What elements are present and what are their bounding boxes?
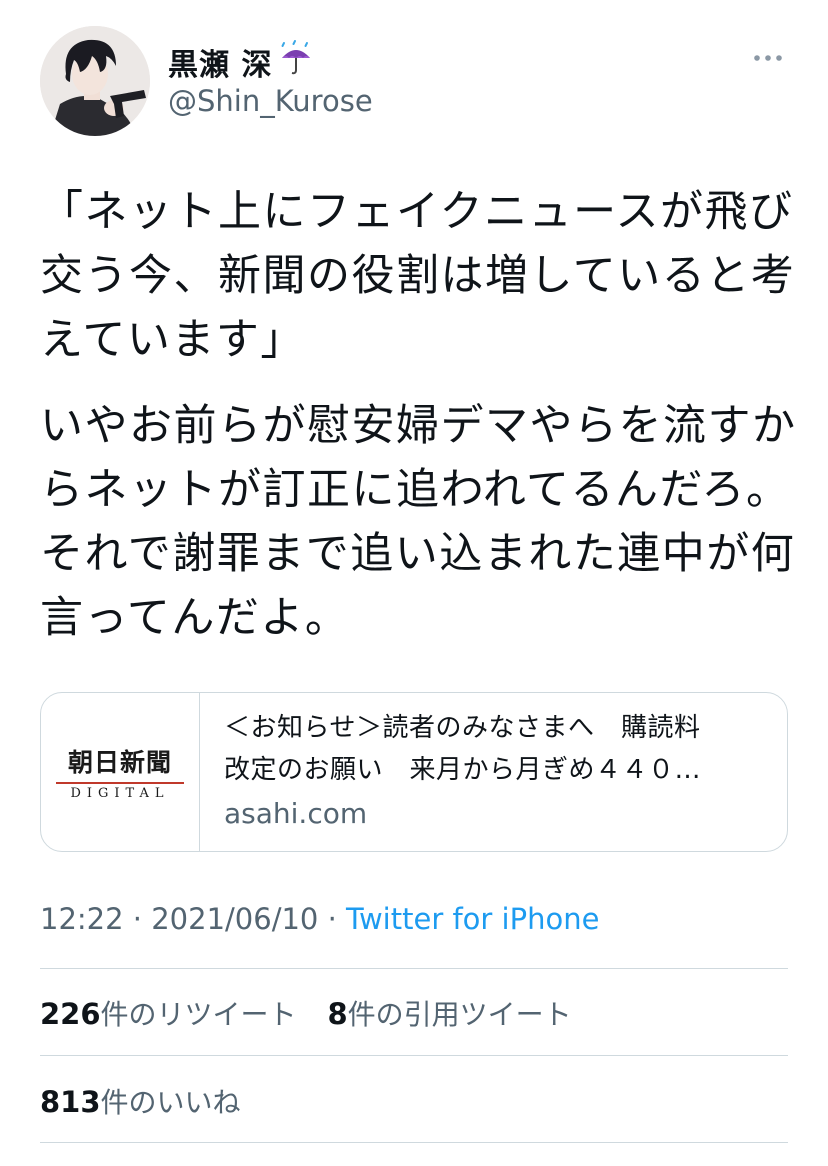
quotes-stat[interactable]: 8件の引用ツイート — [327, 997, 572, 1031]
likes-count: 813 — [40, 1085, 101, 1119]
divider — [40, 968, 788, 969]
tweet-text-body: いやお前らが慰安婦デマやらを流すか らネットが訂正に追われてるんだろ。 それで謝… — [40, 401, 797, 643]
more-options-icon[interactable] — [752, 48, 784, 68]
logo-title: 朝日新聞 — [67, 748, 172, 777]
meta-separator: · — [318, 902, 347, 936]
retweets-label: 件のリツイート — [100, 998, 297, 1031]
tweet-date[interactable]: 2021/06/10 — [151, 902, 318, 936]
card-domain: asahi.com — [224, 797, 368, 830]
logo-subtitle: DIGITAL — [70, 786, 170, 801]
link-card[interactable]: 朝日新聞 DIGITAL ＜お知らせ＞読者のみなさまへ 購読料 改定のお願い 来… — [40, 692, 788, 852]
card-thumbnail: 朝日新聞 DIGITAL — [41, 693, 200, 851]
divider — [40, 1142, 788, 1143]
likes-stat[interactable]: 813件のいいね — [40, 1085, 241, 1119]
tweet-text-quote: 「ネット上にフェイクニュースが飛び 交う今、新聞の役割は増していると考 えていま… — [40, 187, 796, 365]
card-body: ＜お知らせ＞読者のみなさまへ 購読料 改定のお願い 来月から月ぎめ４４０… as… — [200, 693, 787, 851]
avatar-image — [40, 26, 150, 136]
engagement-row: 226件のリツイート 8件の引用ツイート — [40, 993, 594, 1033]
avatar[interactable] — [40, 26, 150, 136]
divider — [40, 1055, 788, 1056]
likes-row: 813件のいいね — [40, 1081, 263, 1121]
retweets-stat[interactable]: 226件のリツイート — [40, 997, 297, 1031]
quotes-label: 件の引用ツイート — [347, 998, 572, 1031]
card-title: ＜お知らせ＞読者のみなさまへ 購読料 改定のお願い 来月から月ぎめ４４０… — [224, 713, 702, 785]
retweets-count: 226 — [40, 997, 101, 1031]
likes-label: 件のいいね — [100, 1086, 241, 1119]
umbrella-with-rain-icon — [278, 40, 314, 84]
tweet-time[interactable]: 12:22 — [40, 902, 124, 936]
display-name-text: 黒瀬 深 — [168, 48, 273, 83]
user-handle[interactable]: @Shin_Kurose — [168, 84, 373, 118]
meta-separator: · — [123, 902, 152, 936]
tweet-meta: 12:22 · 2021/06/10 · Twitter for iPhone — [40, 902, 599, 936]
tweet-source-link[interactable]: Twitter for iPhone — [346, 902, 599, 936]
logo-rule — [56, 782, 184, 784]
quotes-count: 8 — [327, 997, 348, 1031]
display-name[interactable]: 黒瀬 深 — [168, 40, 314, 84]
